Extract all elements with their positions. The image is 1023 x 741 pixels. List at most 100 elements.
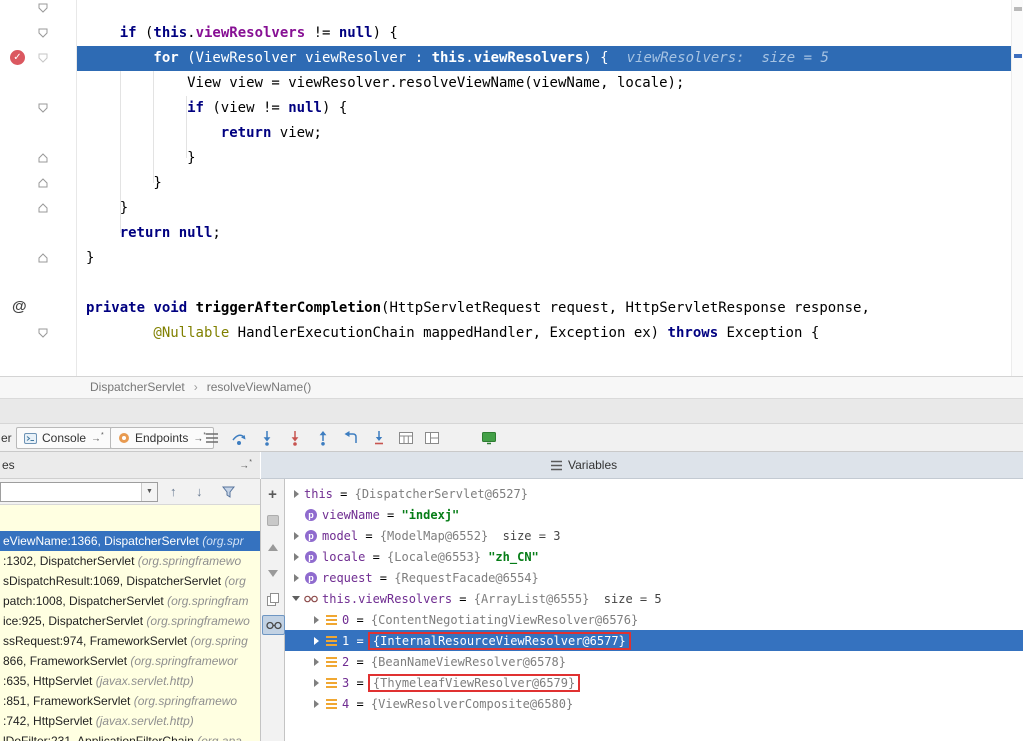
- variable-string-value: "indexj": [401, 508, 459, 522]
- variable-row[interactable]: this.viewResolvers = {ArrayList@6555} si…: [285, 588, 1023, 609]
- variable-row[interactable]: plocale = {Locale@6553} "zh_CN": [285, 546, 1023, 567]
- code-line[interactable]: if (view != null) {: [77, 96, 1011, 121]
- stack-frame-row[interactable]: :742, HttpServlet (javax.servlet.http): [0, 711, 260, 731]
- chevron-right-icon[interactable]: [311, 637, 321, 645]
- step-over-icon[interactable]: [231, 430, 247, 446]
- chevron-right-icon[interactable]: [311, 679, 321, 687]
- code-line[interactable]: for (ViewResolver viewResolver : this.vi…: [77, 46, 1011, 71]
- chevron-right-icon[interactable]: [291, 490, 301, 498]
- fold-marker-icon[interactable]: [38, 28, 48, 38]
- code-line[interactable]: [77, 271, 1011, 296]
- fold-marker-icon[interactable]: [38, 103, 48, 113]
- fold-marker-icon[interactable]: [38, 203, 48, 213]
- move-watch-up-icon[interactable]: [261, 537, 284, 557]
- code-line[interactable]: View view = viewResolver.resolveViewName…: [77, 71, 1011, 96]
- variable-row[interactable]: pviewName = "indexj": [285, 504, 1023, 525]
- chevron-down-icon[interactable]: ▼: [141, 483, 157, 501]
- chevron-right-icon[interactable]: [311, 700, 321, 708]
- breadcrumb-method[interactable]: resolveViewName(): [207, 380, 311, 394]
- variable-row[interactable]: 1 = {InternalResourceViewResolver@6577}: [285, 630, 1023, 651]
- variable-value: {RequestFacade@6554}: [394, 571, 539, 585]
- force-step-into-icon[interactable]: [287, 430, 303, 446]
- chevron-down-icon[interactable]: [291, 596, 301, 601]
- code-line[interactable]: @Nullable HandlerExecutionChain mappedHa…: [77, 321, 1011, 346]
- stack-frame-row[interactable]: :851, FrameworkServlet (org.springframew…: [0, 691, 260, 711]
- menu-icon[interactable]: [205, 432, 219, 444]
- move-down-icon[interactable]: ↓: [196, 483, 203, 501]
- code-line[interactable]: if (this.viewResolvers != null) {: [77, 21, 1011, 46]
- variable-name: model: [322, 529, 358, 543]
- code-line[interactable]: }: [77, 146, 1011, 171]
- chevron-right-icon[interactable]: [291, 532, 301, 540]
- code-token: viewResolvers: [196, 25, 306, 41]
- code-token: .: [187, 25, 195, 41]
- stack-frame-row[interactable]: sDispatchResult:1069, DispatcherServlet …: [0, 571, 260, 591]
- code-line[interactable]: }: [77, 171, 1011, 196]
- editor-scrollbar[interactable]: [1011, 0, 1023, 377]
- stack-frame-row[interactable]: ssRequest:974, FrameworkServlet (org.spr…: [0, 631, 260, 651]
- move-up-icon[interactable]: ↑: [170, 483, 177, 501]
- code-token: }: [120, 200, 128, 216]
- variable-row[interactable]: this = {DispatcherServlet@6527}: [285, 483, 1023, 504]
- code-line[interactable]: }: [77, 196, 1011, 221]
- filter-funnel-icon[interactable]: [222, 486, 235, 498]
- fold-marker-icon[interactable]: [38, 3, 48, 13]
- tab-debugger[interactable]: er: [1, 431, 12, 445]
- drop-frame-icon[interactable]: [343, 430, 359, 446]
- stack-frame-row[interactable]: eViewName:1366, DispatcherServlet (org.s…: [0, 531, 260, 551]
- variable-row[interactable]: prequest = {RequestFacade@6554}: [285, 567, 1023, 588]
- duplicate-watch-icon[interactable]: [261, 589, 284, 609]
- code-line[interactable]: return null;: [77, 221, 1011, 246]
- annotation-gutter-icon: @: [12, 298, 27, 315]
- layout-settings-icon[interactable]: [425, 432, 439, 444]
- stack-frames-list: eViewName:1366, DispatcherServlet (org.s…: [0, 505, 260, 741]
- breakpoint-verified-icon[interactable]: ✓: [10, 50, 25, 65]
- green-monitor-icon[interactable]: [482, 432, 496, 445]
- variable-string-value: "zh_CN": [481, 550, 539, 564]
- step-into-icon[interactable]: [259, 430, 275, 446]
- remove-watch-icon[interactable]: [261, 510, 284, 530]
- frames-tab[interactable]: es: [2, 458, 15, 472]
- code-token: ) {: [583, 50, 608, 66]
- step-out-icon[interactable]: [315, 430, 331, 446]
- chevron-right-icon[interactable]: [291, 574, 301, 582]
- fold-marker-icon[interactable]: [38, 153, 48, 163]
- code-line[interactable]: return view;: [77, 121, 1011, 146]
- variables-panel-header: Variables: [261, 452, 1023, 479]
- stack-frame-row[interactable]: ice:925, DispatcherServlet (org.springfr…: [0, 611, 260, 631]
- variable-row[interactable]: pmodel = {ModelMap@6552} size = 3: [285, 525, 1023, 546]
- breadcrumb-class[interactable]: DispatcherServlet: [90, 380, 185, 394]
- code-line[interactable]: }: [77, 246, 1011, 271]
- fold-marker-icon[interactable]: [38, 328, 48, 338]
- move-watch-down-icon[interactable]: [261, 563, 284, 583]
- run-to-cursor-icon[interactable]: [371, 430, 387, 446]
- array-element-icon: [324, 699, 338, 709]
- show-watches-icon[interactable]: [262, 615, 285, 635]
- variables-menu-icon[interactable]: [550, 460, 563, 471]
- tab-options-icon[interactable]: →*: [91, 431, 104, 444]
- fold-marker-icon[interactable]: [38, 178, 48, 188]
- variable-row[interactable]: 3 = {ThymeleafViewResolver@6579}: [285, 672, 1023, 693]
- code-token: null: [339, 25, 373, 41]
- fold-marker-icon[interactable]: [38, 53, 48, 63]
- chevron-right-icon[interactable]: [311, 616, 321, 624]
- chevron-right-icon[interactable]: [291, 553, 301, 561]
- chevron-right-icon[interactable]: [311, 658, 321, 666]
- stack-frame-row[interactable]: patch:1008, DispatcherServlet (org.sprin…: [0, 591, 260, 611]
- calculator-icon[interactable]: [399, 432, 413, 444]
- tab-console[interactable]: Console →*: [16, 427, 112, 449]
- stack-frame-row[interactable]: lDoFilter:231, ApplicationFilterChain (o…: [0, 731, 260, 741]
- stack-frame-row[interactable]: 866, FrameworkServlet (org.springframewo…: [0, 651, 260, 671]
- variable-row[interactable]: 4 = {ViewResolverComposite@6580}: [285, 693, 1023, 714]
- watches-toolbar: +: [260, 479, 285, 741]
- stack-frame-row[interactable]: :1302, DispatcherServlet (org.springfram…: [0, 551, 260, 571]
- frames-options-icon[interactable]: →*: [239, 458, 252, 471]
- tab-endpoints[interactable]: Endpoints →*: [110, 427, 214, 449]
- code-line[interactable]: private void triggerAfterCompletion(Http…: [77, 296, 1011, 321]
- add-watch-icon[interactable]: +: [261, 484, 284, 504]
- stack-frame-row[interactable]: :635, HttpServlet (javax.servlet.http): [0, 671, 260, 691]
- variable-row[interactable]: 0 = {ContentNegotiatingViewResolver@6576…: [285, 609, 1023, 630]
- variable-row[interactable]: 2 = {BeanNameViewResolver@6578}: [285, 651, 1023, 672]
- fold-marker-icon[interactable]: [38, 253, 48, 263]
- thread-dropdown[interactable]: p-nio-8080-exec-1"@6,2... ▼: [0, 482, 158, 502]
